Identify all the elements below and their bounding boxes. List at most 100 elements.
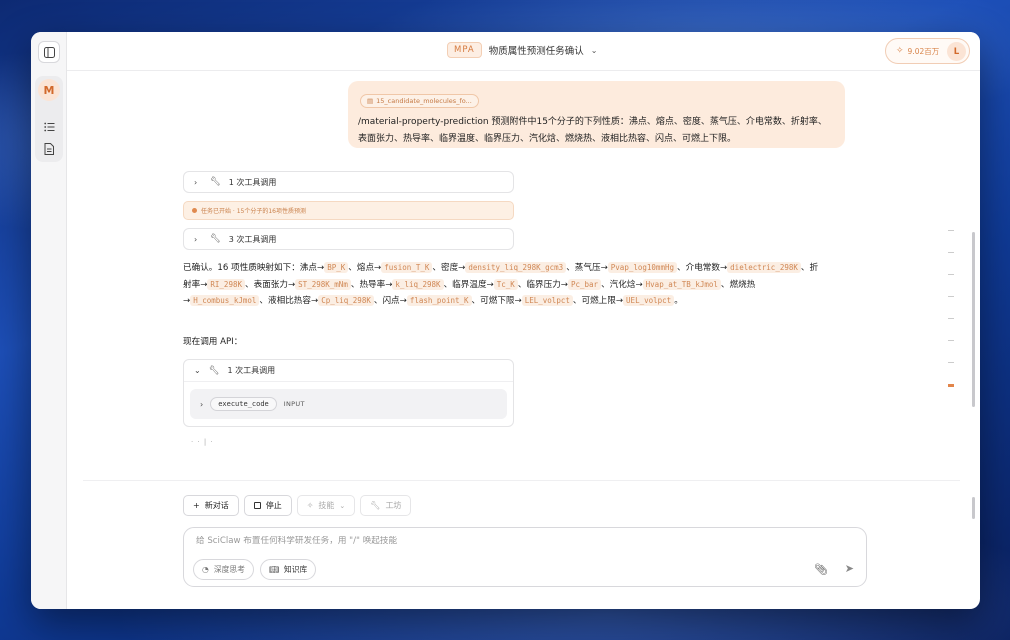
sparkle-icon: ✧	[896, 46, 904, 56]
tool-call-header[interactable]: ⌄ 🔧︎ 1 次工具调用	[184, 360, 513, 382]
property-key: k_liq_298K	[392, 278, 444, 290]
property-key: BP_K	[324, 262, 349, 273]
wrench-icon: 🔧︎	[210, 234, 221, 244]
mapping-sep: 、可燃下限→	[471, 296, 522, 306]
bulb-icon: ◔	[202, 565, 209, 574]
assistant-message: 已确认。16 项性质映射如下：沸点→ BP_K 、熔点→ fusion_T_K 、密度→…	[183, 260, 823, 310]
conversation-title[interactable]: MPA 物质属性预测任务确认 ⌄	[447, 42, 597, 58]
attachment-name: 15_candidate_molecules_fo...	[376, 97, 472, 105]
attachment-chip[interactable]: ▤ 15_candidate_molecules_fo...	[360, 94, 479, 108]
mapping-sep: 、液相比热容→	[259, 296, 319, 306]
mapping-sep: 、闪点→	[373, 296, 407, 306]
user-message-text: /material-property-prediction 预测附件中15个分子…	[358, 117, 827, 144]
property-key: UEL_volpct	[623, 295, 675, 306]
tool-call-collapsed-2[interactable]: › 🔧︎ 3 次工具调用	[183, 228, 514, 250]
property-key: Tc_K	[493, 278, 518, 290]
mapping-sep: 、汽化焓→	[601, 279, 643, 290]
knowledge-base-label: 知识库	[283, 565, 308, 574]
tool-name-pill: execute_code	[210, 397, 277, 411]
mapping-sep: 、热导率→	[350, 279, 393, 290]
stop-button[interactable]: 停止	[243, 495, 292, 516]
stop-label: 停止	[265, 501, 282, 510]
wrench-icon: 🔧︎	[210, 177, 221, 187]
chevron-right-icon: ›	[200, 399, 204, 409]
property-key: density_liq_298K_gcm3	[465, 262, 567, 273]
message-input[interactable]	[196, 536, 796, 546]
deep-think-toggle[interactable]: ◔ 深度思考	[193, 559, 254, 580]
skills-label: 技能	[318, 501, 335, 510]
minimap-marks	[948, 230, 956, 408]
mapping-sep: 、密度→	[432, 263, 466, 273]
workspace-avatar[interactable]: M	[38, 79, 60, 101]
tool-call-expanded: ⌄ 🔧︎ 1 次工具调用 › execute_code INPUT	[183, 359, 514, 427]
composer-chips: ◔ 深度思考 📖︎ 知识库	[193, 559, 317, 580]
scrollbar[interactable]	[972, 232, 975, 407]
credits-value: 9.02百万	[907, 46, 940, 56]
document-icon[interactable]	[38, 140, 60, 158]
sparkle-icon: ✧	[306, 501, 314, 510]
action-row: + 新对话 停止 ✧ 技能 ⌄ 🔧︎ 工坊	[183, 495, 412, 516]
task-status-banner: 任务已开始 · 15个分子的16项性质预测	[183, 201, 514, 220]
property-key: H_combus_kJmol	[190, 295, 260, 306]
mapping-sep: 、可燃上限→	[572, 296, 624, 306]
mapping-sep: 、临界压力→	[517, 279, 568, 290]
paperclip-icon[interactable]: 📎︎	[814, 563, 828, 576]
property-key: flash_point_K	[406, 295, 472, 306]
mapping-sep: 、介电常数→	[677, 263, 728, 273]
book-icon: 📖︎	[269, 565, 279, 574]
credits-pill[interactable]: ✧ 9.02百万 L	[885, 38, 970, 64]
property-key: Pvap_log10mmHg	[607, 262, 677, 273]
composer: ◔ 深度思考 📖︎ 知识库 📎︎ ➤	[183, 527, 867, 587]
mapping-sep: 、表面张力→	[245, 279, 296, 290]
typing-indicator: · · | ·	[191, 438, 214, 446]
property-key: dielectric_298K	[727, 262, 801, 273]
workshop-label: 工坊	[385, 501, 402, 510]
assistant-intro: 已确认。16 项性质映射如下：沸点→	[183, 263, 325, 273]
property-key: Pc_bar	[567, 278, 602, 290]
skill-badge: MPA	[447, 42, 482, 58]
app-window: M MPA 物质属性预测任务确认 ⌄ ✧ 9.02百万 L ▤ 15_candi…	[31, 32, 980, 609]
execute-code-card[interactable]: › execute_code INPUT	[190, 389, 507, 419]
file-icon: ▤	[367, 97, 374, 105]
property-key: LEL_volpct	[521, 295, 573, 306]
scrollbar-lower[interactable]	[972, 497, 975, 519]
knowledge-base-button[interactable]: 📖︎ 知识库	[260, 559, 317, 580]
property-key: ST_298K_mNm	[295, 278, 351, 290]
tool-call-label: 3 次工具调用	[228, 234, 277, 244]
wrench-icon: 🔧︎	[208, 365, 220, 376]
mapping-sep: 。	[674, 296, 683, 306]
tool-input-label: INPUT	[283, 400, 305, 408]
plus-icon: +	[193, 501, 200, 510]
tool-call-label: 1 次工具调用	[227, 366, 276, 375]
avatar[interactable]: L	[947, 42, 966, 61]
mapping-sep: 、蒸气压→	[566, 263, 608, 273]
skills-button[interactable]: ✧ 技能 ⌄	[296, 495, 356, 516]
stop-icon	[253, 502, 261, 509]
list-icon[interactable]	[38, 118, 60, 136]
send-icon[interactable]: ➤	[845, 562, 854, 575]
chevron-down-icon: ⌄	[339, 501, 346, 510]
left-rail: M	[31, 32, 67, 609]
property-key: RI_298K	[207, 278, 245, 290]
new-chat-button[interactable]: + 新对话	[183, 495, 239, 516]
top-bar: MPA 物质属性预测任务确认 ⌄ ✧ 9.02百万 L	[67, 32, 980, 71]
chevron-down-icon: ⌄	[590, 45, 598, 55]
mapping-sep: 、临界温度→	[443, 279, 494, 290]
tool-call-label: 1 次工具调用	[228, 177, 277, 187]
sidebar-toggle-icon[interactable]	[38, 41, 60, 63]
mapping-sep: 、熔点→	[348, 263, 382, 273]
chevron-down-icon: ⌄	[194, 366, 201, 375]
rail-group: M	[35, 76, 63, 162]
task-status-text: 任务已开始 · 15个分子的16项性质预测	[201, 208, 306, 215]
property-key: Cp_liq_298K	[318, 295, 374, 306]
divider	[83, 480, 960, 481]
user-message: ▤ 15_candidate_molecules_fo... /material…	[348, 81, 845, 148]
deep-think-label: 深度思考	[213, 565, 245, 574]
tool-call-collapsed-1[interactable]: › 🔧︎ 1 次工具调用	[183, 171, 514, 193]
wrench-icon: 🔧︎	[370, 501, 381, 510]
property-key: Hvap_at_TB_kJmol	[642, 278, 721, 290]
workshop-button[interactable]: 🔧︎ 工坊	[360, 495, 412, 516]
status-dot-icon	[192, 208, 197, 213]
page-title: 物质属性预测任务确认	[488, 46, 584, 57]
new-chat-label: 新对话	[204, 501, 229, 510]
